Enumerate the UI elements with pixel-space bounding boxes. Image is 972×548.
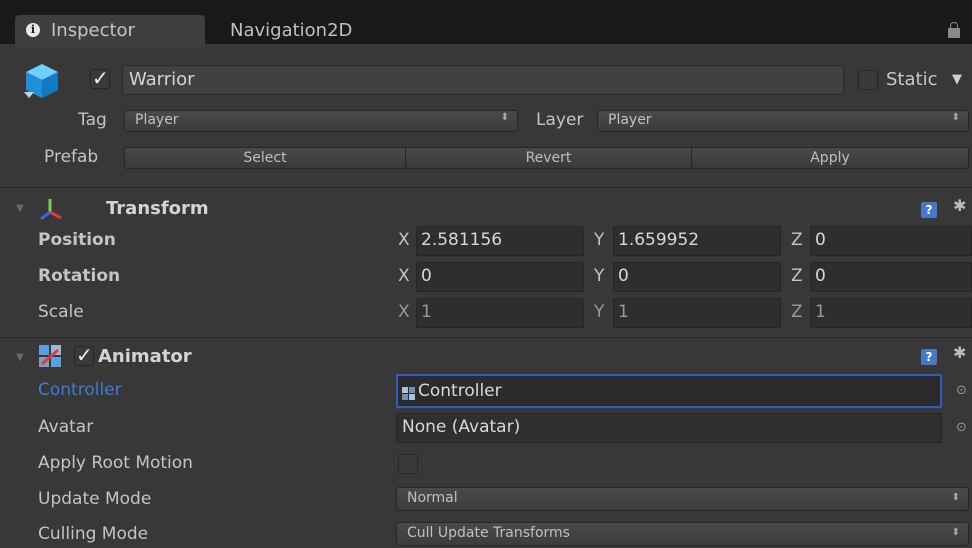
rotation-label: Rotation [38,266,121,286]
object-name-input[interactable]: Warrior [122,65,844,95]
apply-root-motion-label: Apply Root Motion [38,453,193,473]
transform-help-icon[interactable]: ? [921,202,937,218]
prefab-select-button[interactable]: Select [124,147,406,169]
animator-fold-arrow[interactable]: ▼ [16,352,24,363]
transform-fold-arrow[interactable]: ▼ [16,203,24,214]
rotation-z-field[interactable]: 0 [810,262,972,292]
controller-label: Controller [38,380,122,400]
tag-arrow-icon: ⬍ [500,112,509,123]
scale-z-field[interactable]: 1 [810,298,972,328]
update-mode-label: Update Mode [38,489,152,509]
layer-label: Layer [536,110,584,130]
position-label: Position [38,230,116,250]
scale-y-value: 1 [618,302,629,322]
scale-x-value: 1 [421,302,432,322]
info-icon: i [26,23,40,37]
rotation-x-value: 0 [421,266,432,286]
prefab-apply-button[interactable]: Apply [691,147,969,169]
animator-icon [38,344,64,368]
position-z-axis[interactable]: Z [791,230,803,250]
position-y-value: 1.659952 [618,230,700,250]
rotation-y-field[interactable]: 0 [613,262,781,292]
rotation-y-value: 0 [618,266,629,286]
controller-value: Controller [418,381,502,401]
layer-arrow-icon: ⬍ [951,112,960,123]
prefab-revert-button[interactable]: Revert [405,147,692,169]
position-z-field[interactable]: 0 [810,226,972,256]
position-z-value: 0 [815,230,826,250]
static-label: Static [886,69,938,90]
scale-x-field[interactable]: 1 [416,298,584,328]
rotation-z-axis[interactable]: Z [791,266,803,286]
scale-y-axis[interactable]: Y [594,302,604,322]
avatar-label: Avatar [38,417,94,437]
controller-asset-icon [402,385,415,400]
divider [0,187,972,188]
animator-title: Animator [98,346,192,367]
prefab-label: Prefab [44,147,99,167]
scale-x-axis[interactable]: X [398,302,410,322]
animator-enabled-checkbox[interactable] [74,343,94,367]
active-checkbox[interactable] [90,66,110,90]
animator-help-icon[interactable]: ? [921,349,937,365]
scale-z-axis[interactable]: Z [791,302,803,322]
inspector-tabbar: i Inspector Navigation2D [0,0,972,47]
culling-mode-dropdown[interactable]: Cull Update Transforms ⬍ [396,522,969,546]
rotation-x-axis[interactable]: X [398,266,410,286]
apply-root-motion-checkbox[interactable] [398,454,418,474]
transform-gear-icon[interactable]: ✱ [953,196,966,215]
avatar-field[interactable]: None (Avatar) [396,413,942,443]
transform-icon [38,196,64,222]
lock-icon[interactable] [948,22,960,38]
controller-picker-icon[interactable]: ⊙ [956,383,967,398]
culling-mode-arrow-icon: ⬍ [951,527,960,538]
update-mode-dropdown[interactable]: Normal ⬍ [396,487,969,511]
tab-inspector[interactable]: i Inspector [15,15,205,47]
tag-label: Tag [78,110,107,130]
tag-value: Player [135,112,179,128]
layer-dropdown[interactable]: Player ⬍ [597,110,969,132]
avatar-picker-icon[interactable]: ⊙ [956,420,967,435]
animator-gear-icon[interactable]: ✱ [953,343,966,362]
update-mode-arrow-icon: ⬍ [951,492,960,503]
tag-dropdown[interactable]: Player ⬍ [124,110,518,132]
position-x-field[interactable]: 2.581156 [416,226,584,256]
tab-inspector-label: Inspector [51,20,135,41]
rotation-x-field[interactable]: 0 [416,262,584,292]
static-dropdown-arrow[interactable]: ▼ [952,72,962,87]
position-y-field[interactable]: 1.659952 [613,226,781,256]
controller-field[interactable]: Controller [396,374,942,408]
update-mode-value: Normal [407,490,458,506]
scale-label: Scale [38,302,84,322]
rotation-y-axis[interactable]: Y [594,266,604,286]
divider [0,337,972,338]
transform-title: Transform [106,198,209,219]
position-x-axis[interactable]: X [398,230,410,250]
layer-value: Player [608,112,652,128]
position-x-value: 2.581156 [421,230,503,250]
static-checkbox[interactable] [858,70,878,90]
avatar-value: None (Avatar) [402,417,521,437]
scale-z-value: 1 [815,302,826,322]
culling-mode-label: Culling Mode [38,524,149,544]
culling-mode-value: Cull Update Transforms [407,525,570,541]
position-y-axis[interactable]: Y [594,230,604,250]
rotation-z-value: 0 [815,266,826,286]
scale-y-field[interactable]: 1 [613,298,781,328]
object-name-value: Warrior [129,69,195,90]
gameobject-cube-icon [22,60,62,104]
tab-navigation2d[interactable]: Navigation2D [230,20,352,41]
